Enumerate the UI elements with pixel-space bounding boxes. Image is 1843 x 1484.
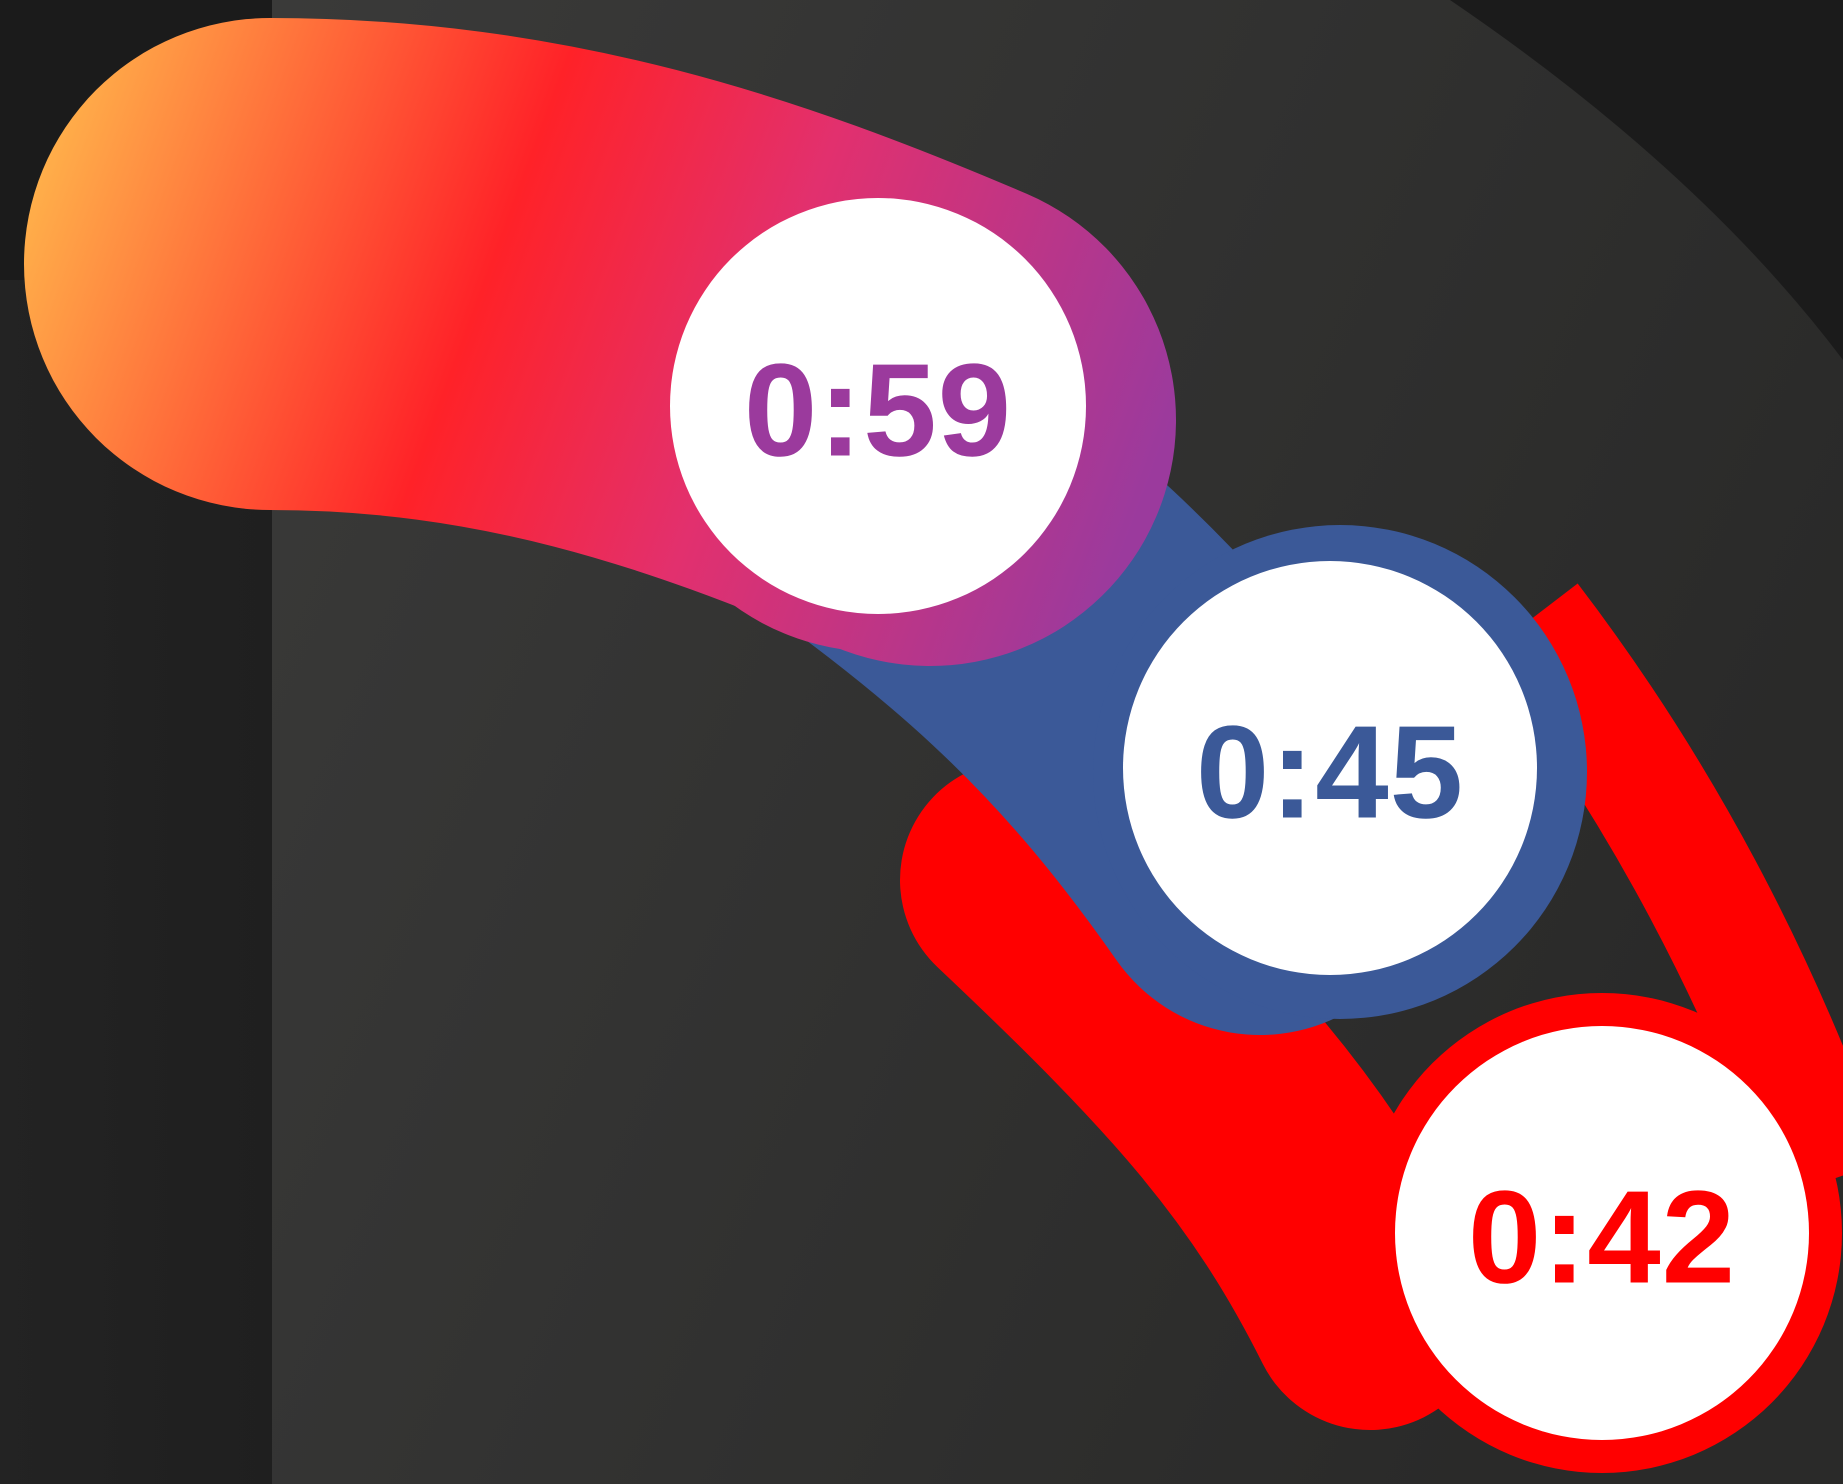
- timer-label: 0:59: [744, 337, 1012, 484]
- timer-label: 0:42: [1468, 1164, 1736, 1311]
- timer-badge-2[interactable]: 0:45: [1123, 561, 1537, 975]
- timer-arc-graphic: 0:59 0:45 0:42: [0, 0, 1843, 1484]
- timer-label: 0:45: [1196, 699, 1464, 846]
- timer-badge-3[interactable]: 0:42: [1395, 1026, 1809, 1440]
- timer-badge-1[interactable]: 0:59: [670, 198, 1086, 614]
- timer-arc-screen: 0:59 0:45 0:42: [0, 0, 1843, 1484]
